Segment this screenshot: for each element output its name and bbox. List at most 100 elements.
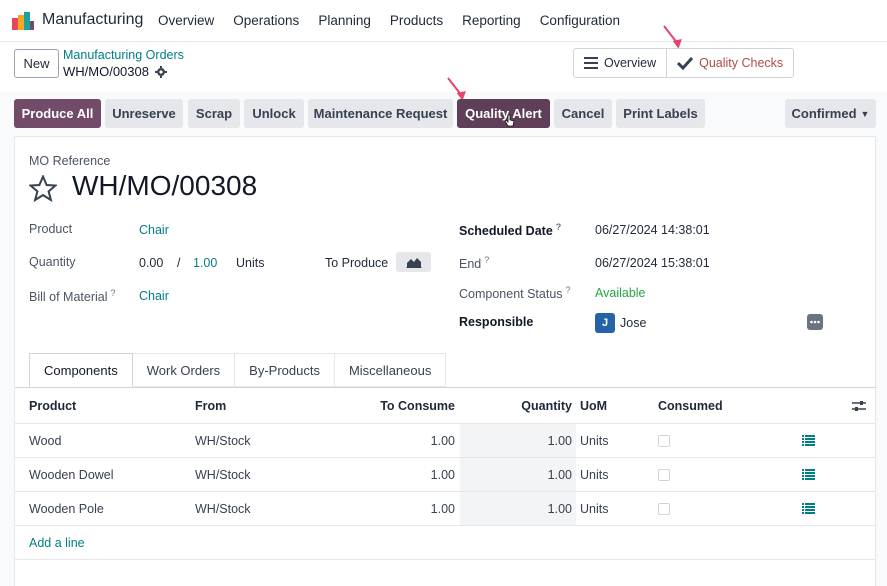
row-to-consume[interactable]: 1.00 xyxy=(431,492,455,525)
add-line-link[interactable]: Add a line xyxy=(29,526,85,559)
row-from[interactable]: WH/Stock xyxy=(195,458,251,491)
table-row[interactable]: Wooden Dowel WH/Stock 1.00 1.00 Units xyxy=(15,458,876,492)
status-label: Confirmed xyxy=(791,106,857,121)
area-chart-icon xyxy=(406,258,421,268)
row-product[interactable]: Wooden Dowel xyxy=(29,458,114,491)
col-consumed-header[interactable]: Consumed xyxy=(658,388,723,423)
produce-all-button[interactable]: Produce All xyxy=(14,99,101,128)
row-from[interactable]: WH/Stock xyxy=(195,492,251,525)
notebook-tabs: Components Work Orders By-Products Misce… xyxy=(29,353,447,387)
print-labels-button[interactable]: Print Labels xyxy=(616,99,705,128)
col-product-header[interactable]: Product xyxy=(29,388,76,423)
menu-planning[interactable]: Planning xyxy=(318,13,371,28)
star-icon[interactable] xyxy=(29,175,57,202)
scheduled-date-label-text: Scheduled Date xyxy=(459,224,553,239)
hand-cursor-icon xyxy=(505,114,515,127)
row-uom[interactable]: Units xyxy=(580,492,608,525)
tab-work-orders[interactable]: Work Orders xyxy=(132,353,236,387)
forecast-chart-button[interactable] xyxy=(396,252,431,272)
tab-by-products[interactable]: By-Products xyxy=(235,353,335,387)
detail-list-icon[interactable] xyxy=(802,458,815,491)
tab-components[interactable]: Components xyxy=(29,353,133,387)
row-product[interactable]: Wood xyxy=(29,424,61,457)
table-row[interactable]: Wood WH/Stock 1.00 1.00 Units xyxy=(15,424,876,458)
more-options-button[interactable] xyxy=(807,314,823,330)
status-dropdown[interactable]: Confirmed ▼ xyxy=(785,99,876,128)
product-field[interactable]: Chair xyxy=(139,223,169,237)
manufacturing-logo-icon[interactable] xyxy=(12,12,34,30)
row-quantity[interactable]: 1.00 xyxy=(548,492,572,525)
row-uom[interactable]: Units xyxy=(580,424,608,457)
end-date-field[interactable]: 06/27/2024 15:38:01 xyxy=(595,256,710,270)
quality-checks-smart-label: Quality Checks xyxy=(699,56,784,70)
help-icon: ? xyxy=(110,288,116,298)
help-icon: ? xyxy=(555,222,562,232)
row-to-consume[interactable]: 1.00 xyxy=(431,458,455,491)
consumed-checkbox[interactable] xyxy=(658,458,670,491)
main-menu: Overview Operations Planning Products Re… xyxy=(158,13,639,28)
col-from-header[interactable]: From xyxy=(195,388,226,423)
end-label-text: End xyxy=(459,257,482,272)
action-bar: Produce All Unreserve Scrap Unlock Maint… xyxy=(0,92,887,136)
scrap-button[interactable]: Scrap xyxy=(188,99,240,128)
unreserve-button[interactable]: Unreserve xyxy=(105,99,183,128)
add-line-row: Add a line xyxy=(15,526,876,560)
component-status-label-text: Component Status xyxy=(459,287,563,302)
unlock-button[interactable]: Unlock xyxy=(244,99,304,128)
form-sheet: MO Reference WH/MO/00308 Product Chair Q… xyxy=(14,136,876,586)
breadcrumb-parent[interactable]: Manufacturing Orders xyxy=(63,48,184,62)
maintenance-request-button[interactable]: Maintenance Request xyxy=(308,99,453,128)
overview-smart-label: Overview xyxy=(604,56,657,70)
overview-smart-button[interactable]: Overview xyxy=(574,49,666,77)
row-to-consume[interactable]: 1.00 xyxy=(431,424,455,457)
col-to-consume-header[interactable]: To Consume xyxy=(380,388,455,423)
row-from[interactable]: WH/Stock xyxy=(195,424,251,457)
help-icon: ? xyxy=(484,255,490,265)
row-quantity[interactable]: 1.00 xyxy=(548,424,572,457)
bom-field[interactable]: Chair xyxy=(139,289,169,303)
quantity-produced-field[interactable]: 0.00 xyxy=(139,256,163,270)
responsible-name: Jose xyxy=(620,316,647,330)
hamburger-icon xyxy=(584,57,598,69)
consumed-checkbox[interactable] xyxy=(658,424,670,457)
menu-products[interactable]: Products xyxy=(390,13,443,28)
detail-list-icon[interactable] xyxy=(802,492,815,525)
component-status-value: Available xyxy=(595,286,646,300)
bom-label-text: Bill of Material xyxy=(29,290,108,305)
quality-checks-smart-button[interactable]: Quality Checks xyxy=(666,49,793,77)
table-header-row: Product From To Consume Quantity UoM Con… xyxy=(15,388,876,424)
table-row[interactable]: Wooden Pole WH/Stock 1.00 1.00 Units xyxy=(15,492,876,526)
scheduled-date-field[interactable]: 06/27/2024 14:38:01 xyxy=(595,223,710,237)
mo-reference-title[interactable]: WH/MO/00308 xyxy=(72,170,257,202)
menu-reporting[interactable]: Reporting xyxy=(462,13,521,28)
top-navbar: Manufacturing Overview Operations Planni… xyxy=(0,0,887,42)
components-table: Product From To Consume Quantity UoM Con… xyxy=(15,387,876,560)
consumed-checkbox[interactable] xyxy=(658,492,670,525)
col-quantity-header[interactable]: Quantity xyxy=(521,388,572,423)
responsible-field[interactable]: J Jose xyxy=(595,313,646,333)
scheduled-date-label: Scheduled Date? xyxy=(459,222,561,238)
menu-operations[interactable]: Operations xyxy=(233,13,299,28)
detail-list-icon[interactable] xyxy=(802,424,815,457)
new-button[interactable]: New xyxy=(14,49,59,78)
menu-overview[interactable]: Overview xyxy=(158,13,214,28)
row-uom[interactable]: Units xyxy=(580,458,608,491)
gear-icon[interactable] xyxy=(154,65,167,78)
col-uom-header[interactable]: UoM xyxy=(580,388,607,423)
row-product[interactable]: Wooden Pole xyxy=(29,492,104,525)
tab-miscellaneous[interactable]: Miscellaneous xyxy=(334,353,447,387)
quantity-label: Quantity xyxy=(29,255,76,269)
column-settings-icon[interactable] xyxy=(852,388,866,423)
menu-configuration[interactable]: Configuration xyxy=(540,13,620,28)
end-label: End? xyxy=(459,255,489,271)
quantity-separator: / xyxy=(177,256,181,270)
cancel-button[interactable]: Cancel xyxy=(554,99,612,128)
app-name[interactable]: Manufacturing xyxy=(42,11,143,29)
to-produce-label: To Produce xyxy=(325,256,389,270)
quality-alert-button[interactable]: Quality Alert xyxy=(457,99,550,128)
control-panel: New Manufacturing Orders WH/MO/00308 Ove… xyxy=(0,42,887,92)
caret-down-icon: ▼ xyxy=(860,108,870,119)
ellipsis-icon xyxy=(810,320,820,324)
row-quantity[interactable]: 1.00 xyxy=(548,458,572,491)
quantity-total-field[interactable]: 1.00 xyxy=(193,256,217,270)
